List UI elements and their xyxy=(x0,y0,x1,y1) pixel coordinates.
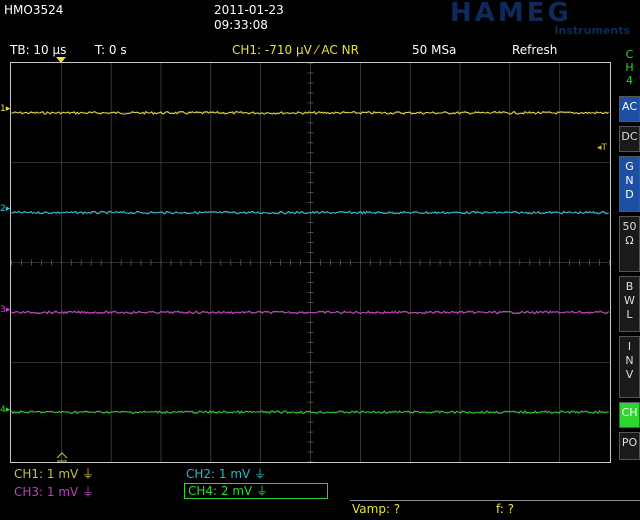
date-label: 2011-01-23 xyxy=(214,3,284,17)
side-button-label: 50 xyxy=(622,220,637,233)
waveform-display[interactable] xyxy=(10,62,611,463)
side-button-label: W xyxy=(624,294,635,307)
side-button-inv[interactable]: INV xyxy=(619,336,640,398)
side-button-label: DC xyxy=(621,130,638,143)
side-button-bwl[interactable]: BWL xyxy=(619,276,640,332)
channel-tab-char: 4 xyxy=(626,74,633,87)
side-button-label: PO xyxy=(621,436,638,449)
channel-4-tab[interactable]: CH4 xyxy=(619,48,640,92)
side-button-ac[interactable]: AC xyxy=(619,96,640,122)
side-button-label: L xyxy=(626,308,633,321)
channel-tab-char: C xyxy=(625,48,634,61)
ch3-setting[interactable]: CH3: 1 mV ⏚ xyxy=(14,485,94,499)
logo-subtitle: Instruments xyxy=(554,24,630,37)
side-button-dc[interactable]: DC xyxy=(619,126,640,152)
side-button-label: B xyxy=(625,280,634,293)
ch4-setting[interactable]: CH4: 2 mV ⏚ xyxy=(184,483,328,499)
timebase-readout: TB: 10 µs xyxy=(10,43,67,57)
side-button-po[interactable]: PO xyxy=(619,432,640,460)
model-label: HMO3524 xyxy=(4,3,64,17)
channel-marker-ch3: 3▸ xyxy=(0,304,11,315)
side-button-label: Ω xyxy=(625,234,634,247)
side-button-gnd[interactable]: GND xyxy=(619,156,640,212)
graticule xyxy=(11,63,610,462)
side-button-label: AC xyxy=(621,100,637,113)
ch1-info-readout: CH1: -710 µV ⁄ AC NR xyxy=(232,43,359,57)
side-button-label: N xyxy=(625,354,634,367)
side-button-ch[interactable]: CH xyxy=(619,402,640,428)
side-button-label: N xyxy=(625,174,634,187)
acquisition-mode-readout: Refresh xyxy=(512,43,558,57)
trigger-time-readout: T: 0 s xyxy=(95,43,127,57)
side-button-label: D xyxy=(625,188,634,201)
vamp-measurement: Vamp: ? xyxy=(352,502,401,516)
side-button-label: I xyxy=(627,340,632,353)
trigger-bottom-marker xyxy=(56,452,68,462)
side-button-label: CH xyxy=(621,406,638,419)
channel-tab-char: H xyxy=(625,61,634,74)
channel-marker-ch4: 4▸ xyxy=(0,404,11,415)
channel-marker-ch1: 1▸ xyxy=(0,104,11,115)
sample-rate-readout: 50 MSa xyxy=(412,43,457,57)
hameg-logo: HAMEG Instruments xyxy=(450,0,632,38)
ch1-setting[interactable]: CH1: 1 mV ⏚ xyxy=(14,467,94,481)
frequency-measurement: f: ? xyxy=(496,502,515,516)
ch2-setting[interactable]: CH2: 1 mV ⏚ xyxy=(186,467,266,481)
side-button-label: V xyxy=(625,368,634,381)
side-button-label: G xyxy=(625,160,634,173)
trigger-level-marker: ◂T xyxy=(597,143,608,153)
channel-marker-ch2: 2▸ xyxy=(0,204,11,215)
side-button-50ω[interactable]: 50 Ω xyxy=(619,216,640,272)
time-label: 09:33:08 xyxy=(214,18,268,32)
